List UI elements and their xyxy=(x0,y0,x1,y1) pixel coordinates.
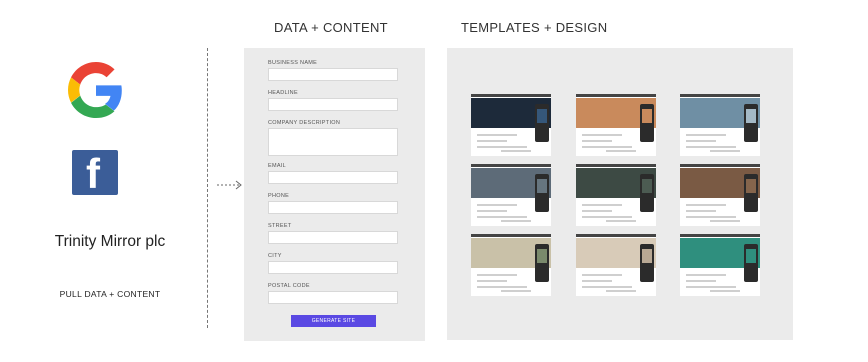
phone-input[interactable] xyxy=(268,201,398,214)
data-form-panel: BUSINESS NAME HEADLINE COMPANY DESCRIPTI… xyxy=(244,48,425,341)
data-content-title: DATA + CONTENT xyxy=(274,20,388,35)
business-name-input[interactable] xyxy=(268,68,398,81)
template-text-line xyxy=(477,286,527,288)
mobile-preview xyxy=(535,174,549,212)
phone-label: PHONE xyxy=(268,193,290,199)
template-text-line xyxy=(501,150,531,152)
template-text-line xyxy=(686,216,736,218)
arrow-right-icon xyxy=(217,180,242,190)
template-thumbnail[interactable] xyxy=(576,234,656,296)
template-thumbnail[interactable] xyxy=(576,164,656,226)
city-input[interactable] xyxy=(268,261,398,274)
template-text-line xyxy=(686,134,726,136)
company-description-textarea[interactable] xyxy=(268,128,398,156)
template-nav-bar xyxy=(680,94,760,97)
mobile-preview xyxy=(744,104,758,142)
template-text-line xyxy=(606,220,636,222)
mobile-preview-screen xyxy=(746,179,756,193)
mobile-preview xyxy=(535,104,549,142)
template-text-line xyxy=(582,204,622,206)
template-nav-bar xyxy=(471,94,551,97)
template-text-line xyxy=(606,150,636,152)
template-text-line xyxy=(477,216,527,218)
template-text-line xyxy=(501,220,531,222)
templates-design-title: TEMPLATES + DESIGN xyxy=(461,20,608,35)
divider-dashed xyxy=(207,48,208,328)
mobile-preview xyxy=(744,244,758,282)
mobile-preview-screen xyxy=(642,249,652,263)
company-description-label: COMPANY DESCRIPTION xyxy=(268,120,341,126)
mobile-preview-screen xyxy=(537,179,547,193)
template-nav-bar xyxy=(576,164,656,167)
template-text-line xyxy=(477,280,507,282)
business-name-label: BUSINESS NAME xyxy=(268,60,318,66)
mobile-preview xyxy=(744,174,758,212)
template-thumbnail[interactable] xyxy=(471,164,551,226)
template-text-line xyxy=(686,286,736,288)
template-nav-bar xyxy=(680,164,760,167)
template-text-line xyxy=(477,210,507,212)
mobile-preview-screen xyxy=(537,109,547,123)
mobile-preview-screen xyxy=(642,179,652,193)
template-text-line xyxy=(606,290,636,292)
pull-data-label: PULL DATA + CONTENT xyxy=(59,289,161,299)
postal-code-input[interactable] xyxy=(268,291,398,304)
template-text-line xyxy=(686,210,716,212)
template-text-line xyxy=(710,290,740,292)
mobile-preview xyxy=(640,244,654,282)
template-text-line xyxy=(477,204,517,206)
template-text-line xyxy=(686,274,726,276)
template-thumbnail[interactable] xyxy=(471,234,551,296)
template-text-line xyxy=(582,216,632,218)
template-text-line xyxy=(582,210,612,212)
template-text-line xyxy=(582,274,622,276)
brand-name: Trinity Mirror plc xyxy=(54,233,166,250)
template-text-line xyxy=(477,146,527,148)
street-input[interactable] xyxy=(268,231,398,244)
postal-code-label: POSTAL CODE xyxy=(268,283,310,289)
street-label: STREET xyxy=(268,223,292,229)
template-thumbnail[interactable] xyxy=(680,234,760,296)
template-thumbnail[interactable] xyxy=(680,94,760,156)
template-text-line xyxy=(582,140,612,142)
template-nav-bar xyxy=(680,234,760,237)
template-nav-bar xyxy=(471,234,551,237)
headline-label: HEADLINE xyxy=(268,90,298,96)
mobile-preview xyxy=(535,244,549,282)
template-nav-bar xyxy=(576,234,656,237)
template-text-line xyxy=(582,280,612,282)
mobile-preview xyxy=(640,174,654,212)
template-text-line xyxy=(582,134,622,136)
template-text-line xyxy=(477,140,507,142)
template-thumbnail[interactable] xyxy=(680,164,760,226)
city-label: CITY xyxy=(268,253,282,259)
templates-panel xyxy=(447,48,793,340)
template-text-line xyxy=(477,134,517,136)
template-text-line xyxy=(710,220,740,222)
mobile-preview-screen xyxy=(746,109,756,123)
mobile-preview xyxy=(640,104,654,142)
template-text-line xyxy=(710,150,740,152)
template-nav-bar xyxy=(576,94,656,97)
mobile-preview-screen xyxy=(537,249,547,263)
template-text-line xyxy=(501,290,531,292)
template-text-line xyxy=(686,140,716,142)
template-text-line xyxy=(686,146,736,148)
mobile-preview-screen xyxy=(746,249,756,263)
email-input[interactable] xyxy=(268,171,398,184)
template-text-line xyxy=(477,274,517,276)
mobile-preview-screen xyxy=(642,109,652,123)
template-thumbnail[interactable] xyxy=(471,94,551,156)
template-text-line xyxy=(686,204,726,206)
template-thumbnail[interactable] xyxy=(576,94,656,156)
email-label: EMAIL xyxy=(268,163,287,169)
headline-input[interactable] xyxy=(268,98,398,111)
template-text-line xyxy=(686,280,716,282)
template-text-line xyxy=(582,146,632,148)
generate-site-button[interactable]: GENERATE SITE xyxy=(291,315,376,327)
google-logo-icon xyxy=(68,62,122,118)
facebook-logo-icon: f xyxy=(72,150,118,195)
template-nav-bar xyxy=(471,164,551,167)
template-text-line xyxy=(582,286,632,288)
